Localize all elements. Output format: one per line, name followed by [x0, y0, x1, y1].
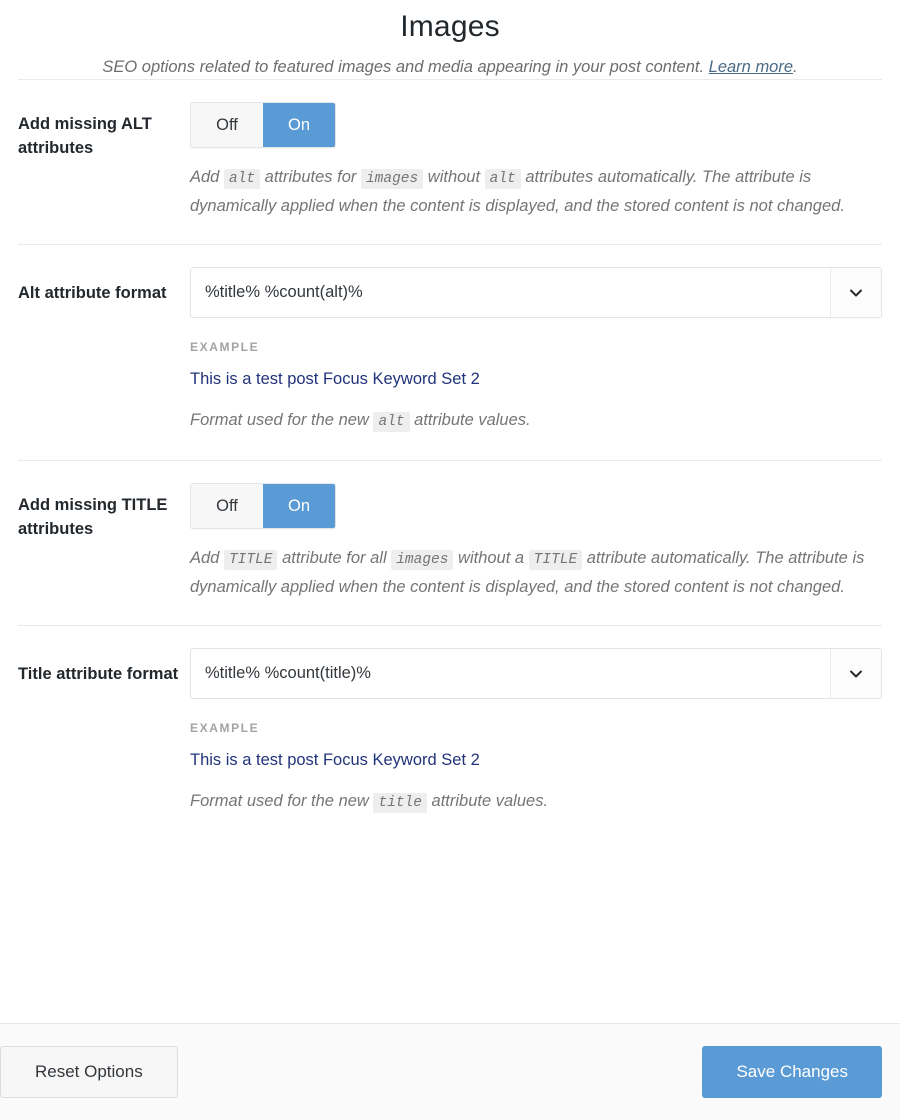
inline-code: title — [373, 793, 427, 813]
toggle-option-on[interactable]: On — [263, 103, 335, 147]
page-subtitle: SEO options related to featured images a… — [18, 55, 882, 79]
field-title-attribute-format: EXAMPLE This is a test post Focus Keywor… — [190, 648, 882, 817]
page-title: Images — [400, 10, 500, 43]
inline-code: alt — [484, 169, 521, 189]
example-label-alt: EXAMPLE — [190, 340, 260, 354]
setting-row-alt-format: Alt attribute format EXAMPLE This is a t… — [0, 245, 900, 460]
title-format-input[interactable] — [191, 649, 830, 698]
toggle-add-missing-title[interactable]: Off On — [190, 483, 336, 529]
page-subtitle-period: . — [793, 58, 798, 76]
example-label-title: EXAMPLE — [190, 721, 260, 735]
alt-format-input[interactable] — [191, 268, 830, 317]
title-format-select[interactable] — [190, 648, 882, 699]
save-changes-button[interactable]: Save Changes — [702, 1046, 882, 1098]
desc-text: without — [427, 168, 481, 186]
field-add-missing-alt: Off On Add alt attributes for images wit… — [190, 102, 882, 220]
learn-more-link[interactable]: Learn more — [709, 58, 793, 76]
description-alt-format: Format used for the new alt attribute va… — [190, 407, 880, 436]
description-add-missing-title: Add TITLE attribute for all images witho… — [190, 545, 880, 601]
inline-code: TITLE — [528, 550, 583, 570]
inline-code: alt — [223, 169, 261, 189]
desc-text: Add — [190, 549, 220, 567]
desc-text: attribute values. — [414, 411, 531, 429]
toggle-option-off[interactable]: Off — [191, 484, 263, 528]
inline-code: images — [360, 169, 424, 189]
setting-row-add-missing-alt: Add missing ALT attributes Off On Add al… — [0, 80, 900, 244]
setting-row-title-format: Title attribute format EXAMPLE This is a… — [0, 626, 900, 841]
desc-text: attribute for all — [282, 549, 387, 567]
toggle-option-off[interactable]: Off — [191, 103, 263, 147]
page-subtitle-text: SEO options related to featured images a… — [102, 58, 705, 76]
toggle-option-on[interactable]: On — [263, 484, 335, 528]
footer-actions: Reset Options Save Changes — [0, 1023, 900, 1120]
chevron-down-icon[interactable] — [830, 649, 881, 698]
description-add-missing-alt: Add alt attributes for images without al… — [190, 164, 880, 220]
desc-text: attribute values. — [431, 792, 549, 810]
inline-code: images — [391, 550, 454, 570]
chevron-down-icon[interactable] — [830, 268, 881, 317]
label-add-missing-title: Add missing TITLE attributes — [18, 496, 168, 538]
desc-text: Format used for the new — [190, 792, 369, 810]
description-title-format: Format used for the new title attribute … — [190, 788, 880, 817]
settings-body: Add missing ALT attributes Off On Add al… — [0, 80, 900, 1023]
alt-format-select[interactable] — [190, 267, 882, 318]
images-settings-page: Images SEO options related to featured i… — [0, 0, 900, 1120]
label-title-attribute-format: Title attribute format — [18, 665, 179, 683]
toggle-add-missing-alt[interactable]: Off On — [190, 102, 336, 148]
field-add-missing-title: Off On Add TITLE attribute for all image… — [190, 483, 882, 601]
example-value-alt: This is a test post Focus Keyword Set 2 — [190, 370, 480, 388]
reset-options-button[interactable]: Reset Options — [0, 1046, 178, 1098]
label-alt-attribute-format: Alt attribute format — [18, 284, 167, 302]
page-header: Images SEO options related to featured i… — [0, 0, 900, 79]
field-alt-attribute-format: EXAMPLE This is a test post Focus Keywor… — [190, 267, 882, 436]
desc-text: without a — [458, 549, 525, 567]
inline-code: TITLE — [223, 550, 278, 570]
inline-code: alt — [373, 412, 410, 432]
setting-row-add-missing-title: Add missing TITLE attributes Off On Add … — [0, 461, 900, 625]
desc-text: attributes for — [264, 168, 357, 186]
label-add-missing-alt: Add missing ALT attributes — [18, 115, 152, 157]
desc-text: Add — [190, 168, 220, 186]
desc-text: Format used for the new — [190, 411, 369, 429]
example-value-title: This is a test post Focus Keyword Set 2 — [190, 751, 480, 769]
